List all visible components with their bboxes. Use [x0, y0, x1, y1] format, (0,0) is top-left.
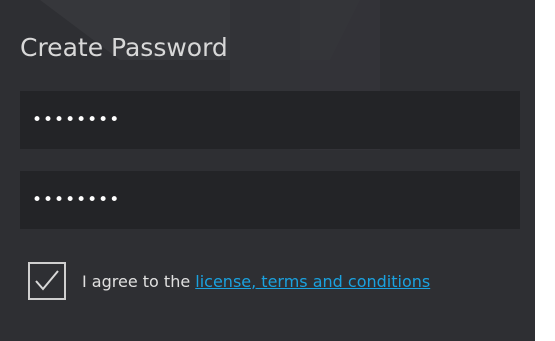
agree-label: I agree to the license, terms and condit… [82, 272, 430, 291]
license-terms-link[interactable]: license, terms and conditions [195, 272, 430, 291]
confirm-password-input[interactable]: •••••••• [20, 171, 520, 229]
create-password-panel: Create Password •••••••• •••••••• I agre… [0, 0, 535, 341]
page-title: Create Password [20, 33, 228, 62]
password-input[interactable]: •••••••• [20, 91, 520, 149]
password-mask: •••••••• [32, 110, 121, 130]
agree-row: I agree to the license, terms and condit… [28, 261, 430, 301]
checkmark-icon [35, 270, 59, 291]
confirm-password-mask: •••••••• [32, 190, 121, 210]
agree-prefix: I agree to the [82, 271, 196, 291]
agree-checkbox[interactable] [28, 262, 66, 300]
